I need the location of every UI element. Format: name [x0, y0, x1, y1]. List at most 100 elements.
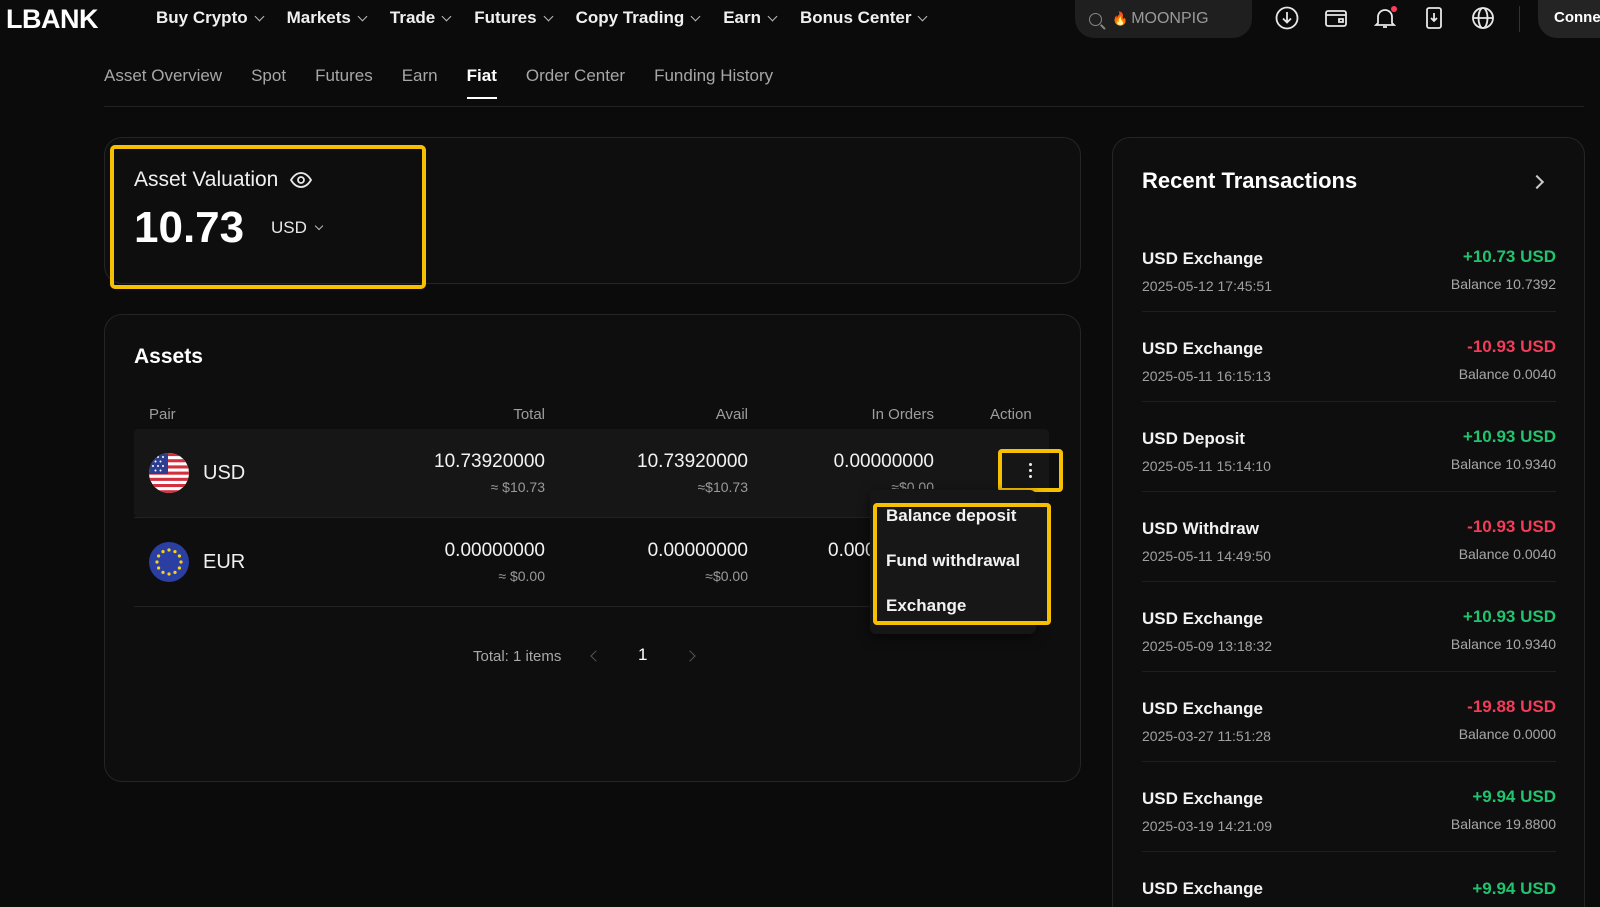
usd-avail-value: ≈$10.73 [697, 479, 748, 495]
eur-avail-value: ≈$0.00 [705, 568, 748, 584]
nav-label: Bonus Center [800, 8, 912, 27]
usd-total: 10.73920000 [434, 451, 545, 472]
tx-name: USD Exchange [1142, 699, 1263, 718]
download-icon[interactable] [1273, 4, 1301, 32]
transaction-item[interactable]: USD Exchange 2025-05-12 17:45:51 +10.73 … [1142, 247, 1556, 339]
tab-spot[interactable]: Spot [251, 66, 286, 86]
nav-earn[interactable]: Earn [723, 8, 778, 28]
tx-amount: +10.93 USD [1462, 427, 1556, 446]
tx-name: USD Withdraw [1142, 519, 1259, 538]
transaction-item[interactable]: USD Deposit 2025-05-11 15:14:10 +10.93 U… [1142, 427, 1556, 519]
nav-label: Earn [723, 8, 762, 27]
eye-icon[interactable] [290, 172, 313, 188]
tx-time: 2025-03-27 11:51:28 [1142, 728, 1271, 744]
nav-trade[interactable]: Trade [389, 8, 452, 28]
notification-dot [1391, 6, 1397, 12]
menu-balance-deposit[interactable]: Balance deposit [886, 506, 1016, 526]
fire-icon: 🔥 [1112, 11, 1129, 26]
tx-time: 2025-03-19 14:21:09 [1142, 818, 1272, 834]
tab-earn[interactable]: Earn [402, 66, 438, 86]
tx-balance: Balance 10.9340 [1450, 456, 1556, 472]
more-actions-button[interactable] [998, 449, 1063, 492]
transaction-item[interactable]: USD Exchange 2025-03-19 14:21:09 +9.94 U… [1142, 787, 1556, 879]
pagination-page[interactable]: 1 [638, 645, 647, 665]
lbank-logo[interactable]: LBANK [6, 4, 99, 35]
tx-time: 2025-05-11 16:15:13 [1142, 368, 1271, 384]
transaction-item[interactable]: USD Exchange 2025-03-27 11:51:28 -19.88 … [1142, 697, 1556, 789]
menu-fund-withdrawal[interactable]: Fund withdrawal [886, 551, 1020, 571]
wallet-icon[interactable] [1322, 4, 1350, 32]
chevron-down-icon [543, 11, 554, 21]
tabs-divider [104, 106, 1584, 107]
chevron-down-icon [314, 221, 324, 231]
connect-button[interactable]: Connect [1538, 0, 1600, 38]
top-icon-bar [1273, 4, 1518, 32]
currency-select[interactable]: USD [271, 218, 324, 238]
transactions-title: Recent Transactions [1142, 168, 1358, 193]
pair-name: USD [203, 462, 246, 484]
chevron-down-icon [690, 11, 701, 21]
chevron-down-icon [918, 11, 928, 21]
asset-subtabs: Asset Overview Spot Futures Earn Fiat Or… [104, 66, 802, 99]
tx-time: 2025-05-12 17:45:51 [1142, 278, 1272, 294]
valuation-title-text: Asset Valuation [134, 168, 279, 191]
tx-balance: Balance 10.7392 [1450, 276, 1556, 292]
tx-amount: +10.73 USD [1462, 247, 1556, 266]
nav-bonus-center[interactable]: Bonus Center [800, 8, 928, 28]
transaction-item[interactable]: USD Exchange +9.94 USD [1142, 879, 1556, 907]
col-pair: Pair [149, 406, 176, 423]
tab-futures[interactable]: Futures [315, 66, 373, 86]
divider [1519, 6, 1520, 32]
menu-exchange[interactable]: Exchange [886, 596, 966, 616]
tx-name: USD Exchange [1142, 609, 1263, 628]
nav-markets[interactable]: Markets [286, 8, 368, 28]
nav-label: Buy Crypto [156, 8, 248, 27]
tab-asset-overview[interactable]: Asset Overview [104, 66, 222, 86]
tx-divider [1142, 761, 1556, 762]
nav-buy-crypto[interactable]: Buy Crypto [156, 8, 265, 28]
tx-amount: +9.94 USD [1472, 879, 1556, 898]
tx-balance: Balance 0.0040 [1458, 366, 1556, 382]
app-download-icon[interactable] [1420, 4, 1448, 32]
chevron-down-icon [441, 11, 452, 21]
tx-amount: +9.94 USD [1472, 787, 1556, 806]
usd-in-orders-value: ≈$0.00 [891, 479, 934, 489]
nav-copy-trading[interactable]: Copy Trading [576, 8, 701, 28]
top-navigation: LBANK Buy Crypto Markets Trade Futures C… [0, 0, 1600, 38]
col-avail: Avail [715, 406, 748, 423]
search-icon [1089, 12, 1102, 26]
bell-icon[interactable] [1371, 4, 1399, 32]
tab-fiat[interactable]: Fiat [466, 66, 498, 99]
nav-label: Markets [286, 8, 351, 27]
tx-time: 2025-05-11 15:14:10 [1142, 458, 1271, 474]
eur-total: 0.00000000 [444, 540, 545, 561]
search-input[interactable]: 🔥 MOONPIG [1075, 0, 1252, 38]
col-in-orders: In Orders [871, 406, 934, 423]
tx-divider [1142, 851, 1556, 852]
tx-divider [1142, 401, 1556, 402]
tx-name: USD Deposit [1142, 429, 1245, 448]
chevron-down-icon [767, 11, 778, 21]
chevron-down-icon [357, 11, 368, 21]
tab-funding-history[interactable]: Funding History [654, 66, 773, 86]
chevron-down-icon [254, 11, 265, 21]
nav-label: Trade [389, 8, 436, 27]
transaction-item[interactable]: USD Exchange 2025-05-09 13:18:32 +10.93 … [1142, 607, 1556, 699]
nav-futures[interactable]: Futures [474, 8, 554, 28]
tx-divider [1142, 491, 1556, 492]
transaction-item[interactable]: USD Exchange 2025-05-11 16:15:13 -10.93 … [1142, 337, 1556, 429]
tx-name: USD Exchange [1142, 789, 1263, 808]
main-nav: Buy Crypto Markets Trade Futures Copy Tr… [156, 8, 950, 28]
tx-amount: -10.93 USD [1467, 517, 1556, 536]
currency-label: USD [271, 218, 307, 237]
tab-order-center[interactable]: Order Center [526, 66, 625, 86]
globe-icon[interactable] [1469, 4, 1497, 32]
tx-divider [1142, 581, 1556, 582]
tx-name: USD Exchange [1142, 879, 1263, 898]
valuation-title: Asset Valuation [134, 168, 313, 192]
tx-divider [1142, 311, 1556, 312]
transaction-item[interactable]: USD Withdraw 2025-05-11 14:49:50 -10.93 … [1142, 517, 1556, 609]
usd-avail: 10.73920000 [637, 451, 748, 472]
tx-balance: Balance 10.9340 [1450, 636, 1556, 652]
tx-balance: Balance 19.8800 [1450, 816, 1556, 832]
